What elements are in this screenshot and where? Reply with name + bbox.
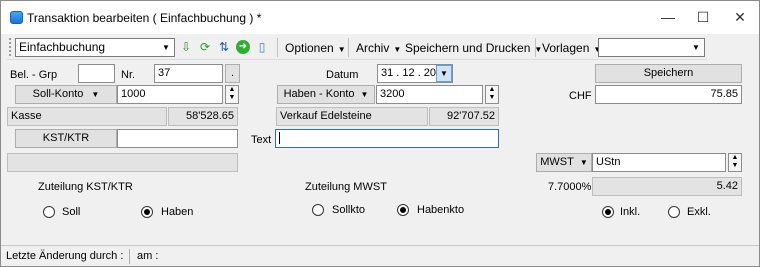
inkl-radio-label: Inkl. (620, 206, 641, 218)
zuteilung-mwst-label: Zuteilung MWST (305, 181, 387, 193)
speichern-button[interactable]: Speichern (595, 64, 742, 83)
soll-konto-spinner[interactable]: ▲ ▼ (225, 85, 239, 104)
soll-radio[interactable] (43, 206, 55, 218)
vorlagen-menu[interactable]: Vorlagen▼ (542, 41, 601, 55)
toolbar-separator (277, 38, 278, 57)
nr-input[interactable]: 37 (154, 64, 223, 83)
nr-label: Nr. (121, 69, 136, 81)
chevron-down-icon: ▼ (360, 90, 369, 99)
refresh-icon[interactable]: ⟳ (198, 40, 212, 54)
speichern-drucken-menu[interactable]: Speichern und Drucken ▼ (405, 41, 542, 55)
archiv-menu[interactable]: Archiv ▼ (356, 41, 401, 55)
datum-label: Datum (326, 69, 359, 81)
vorlagen-label: Vorlagen (542, 41, 590, 55)
text-cursor (279, 132, 280, 145)
soll-konto-dropdown[interactable]: Soll-Konto ▼ (15, 85, 117, 104)
export-icon[interactable]: ⇩ (179, 40, 193, 54)
booking-form: Bel. - Grp Nr. 37 . Datum 31 . 12 . 2019… (7, 61, 755, 244)
chevron-down-icon: ▼ (393, 45, 402, 54)
toolbar-separator (348, 38, 349, 57)
sollkto-radio-label: Sollkto (332, 204, 366, 216)
swap-accounts-icon[interactable]: ⇅ (217, 40, 231, 54)
changed-at: am : (137, 250, 159, 262)
haben-radio[interactable] (141, 206, 153, 218)
template-combo[interactable]: ▼ (598, 38, 705, 57)
archiv-label: Archiv (356, 41, 390, 55)
mwst-label: MWST (540, 156, 574, 168)
status-separator (129, 249, 130, 264)
booking-type-value: Einfachbuchung (19, 40, 106, 54)
speichern-drucken-label: Speichern und Drucken (405, 41, 531, 55)
chf-amount-input[interactable]: 75.85 (595, 85, 742, 104)
text-input[interactable] (275, 129, 499, 148)
mwst-code-input[interactable]: UStn (592, 153, 726, 172)
soll-account-name: Kasse (7, 107, 167, 126)
nr-lookup-button[interactable]: . (225, 64, 240, 83)
exkl-radio[interactable] (668, 206, 680, 218)
transaction-window: Transaktion bearbeiten ( Einfachbuchung … (0, 0, 760, 267)
soll-radio-label: Soll (62, 206, 81, 218)
bel-grp-label: Bel. - Grp (10, 69, 58, 81)
haben-konto-dropdown[interactable]: Haben - Konto ▼ (277, 85, 375, 104)
optionen-menu[interactable]: Optionen ▼ (285, 41, 346, 55)
haben-account-balance: 92'707.52 (429, 107, 499, 126)
kst-ktr-button[interactable]: KST/KTR (15, 129, 117, 148)
chevron-down-icon: ▼ (162, 43, 170, 52)
soll-account-balance: 58'528.65 (168, 107, 238, 126)
habenkto-radio[interactable] (397, 204, 409, 216)
mwst-dropdown[interactable]: MWST ▼ (536, 153, 592, 172)
mwst-amount: 5.42 (592, 177, 742, 196)
title-bar: Transaktion bearbeiten ( Einfachbuchung … (1, 1, 759, 34)
mwst-code-spinner[interactable]: ▲ ▼ (728, 153, 742, 172)
inkl-radio[interactable] (602, 206, 614, 218)
last-changed-by: Letzte Änderung durch : (6, 250, 124, 262)
zuteilung-kst-ktr-label: Zuteilung KST/KTR (38, 181, 133, 193)
text-label: Text (251, 134, 272, 146)
chevron-down-icon: ▼ (579, 158, 588, 167)
chevron-down-icon: ▼ (692, 43, 700, 52)
haben-konto-label: Haben - Konto (283, 88, 355, 100)
app-icon (10, 11, 23, 24)
kst-ktr-input[interactable] (117, 129, 238, 148)
haben-account-name: Verkauf Edelsteine (276, 107, 428, 126)
toolbar: Einfachbuchung ▼ ⇩ ⟳ ⇅ ➜ ▯ Optionen ▼ Arc… (7, 35, 707, 60)
exkl-radio-label: Exkl. (687, 206, 711, 218)
chevron-down-icon: ▼ (337, 45, 346, 54)
window-title: Transaktion bearbeiten ( Einfachbuchung … (27, 11, 262, 25)
haben-konto-input[interactable]: 3200 (376, 85, 483, 104)
haben-radio-label: Haben (161, 206, 194, 218)
haben-konto-spinner[interactable]: ▲ ▼ (485, 85, 499, 104)
toolbar-grip[interactable] (9, 38, 12, 56)
optionen-label: Optionen (285, 41, 334, 55)
maximize-button[interactable]: ☐ (688, 7, 718, 27)
soll-konto-input[interactable]: 1000 (117, 85, 223, 104)
new-document-icon[interactable]: ▯ (255, 40, 269, 54)
sollkto-radio[interactable] (312, 204, 324, 216)
booking-type-combo[interactable]: Einfachbuchung ▼ (15, 38, 175, 57)
soll-konto-label: Soll-Konto (32, 88, 84, 100)
bel-grp-input[interactable] (78, 64, 115, 83)
chf-label: CHF (569, 90, 592, 102)
habenkto-radio-label: Habenkto (417, 204, 465, 216)
kst-ktr-description (7, 153, 238, 172)
status-bar: Letzte Änderung durch : am : (1, 245, 759, 266)
close-button[interactable]: ✕ (725, 7, 755, 27)
minimize-button[interactable]: — (653, 7, 683, 27)
forward-icon[interactable]: ➜ (236, 40, 250, 54)
calendar-dropdown-icon[interactable]: ▼ (436, 65, 452, 82)
chevron-down-icon: ▼ (91, 90, 100, 99)
mwst-rate: 7.7000% (548, 181, 592, 193)
toolbar-separator (535, 38, 536, 57)
